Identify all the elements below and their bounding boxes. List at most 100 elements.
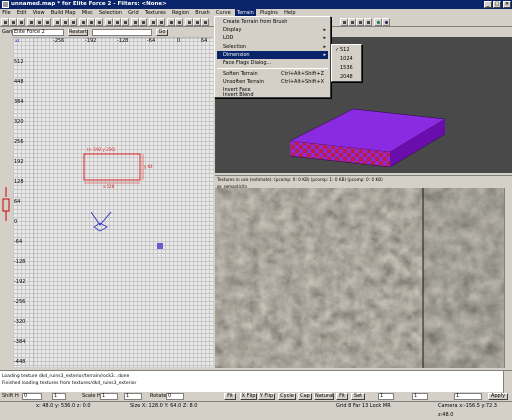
left-tick: 0 [14, 219, 18, 225]
csg-merge-icon[interactable] [113, 18, 121, 26]
camera-line-right [99, 211, 112, 226]
texture-scrollbar[interactable] [504, 188, 512, 368]
menu-item-selection[interactable]: Selection ▸ [217, 43, 328, 51]
sphere-icon[interactable] [374, 18, 382, 26]
y-flip-button[interactable]: Y Flip [258, 393, 275, 400]
entity-view-icon[interactable] [175, 18, 183, 26]
selected-brush-outline[interactable] [83, 153, 141, 181]
flatten-terrain-icon[interactable] [364, 18, 372, 26]
app-icon [2, 1, 9, 8]
shift-v-input[interactable]: 1 [52, 393, 66, 400]
restart-button[interactable]: Restart [68, 29, 88, 36]
scale-v-input[interactable]: 1 [124, 393, 142, 400]
natural-button[interactable]: Natural [314, 393, 334, 400]
menu-item-create-terrain[interactable]: Create Terrain from Brush [217, 18, 328, 26]
menu-item-dimension[interactable]: Dimension ▸ [217, 51, 328, 59]
shift-label: Shift H [2, 393, 19, 399]
cycle-button[interactable]: Cycle [278, 393, 296, 400]
dimension-1024[interactable]: 1024 [334, 55, 361, 63]
extra-value-input[interactable]: 1 [412, 393, 428, 400]
hollow-icon[interactable] [121, 18, 129, 26]
patch-icon[interactable] [185, 18, 193, 26]
minimize-button[interactable]: _ [484, 1, 492, 8]
menu-item-soften-terrain[interactable]: Soften Terrain Ctrl+Alt+Shift+Z [217, 70, 328, 78]
brush-height-label: y 64 [144, 164, 153, 169]
menu-item-lod[interactable]: LOD ▸ [217, 34, 328, 42]
title-bar: unnamed.map * for Elite Force 2 - Filter… [0, 0, 512, 9]
menu-edit[interactable]: Edit [15, 9, 29, 17]
menu-item-invert-blend[interactable]: Invert Blend [217, 92, 328, 98]
game-select[interactable]: Elite Force 2 [12, 29, 64, 36]
flip-z-icon[interactable] [43, 18, 51, 26]
csg-subtract-icon[interactable] [105, 18, 113, 26]
menu-build-map[interactable]: Build Map [49, 9, 78, 17]
set-value-input[interactable]: 1 [378, 393, 394, 400]
rock-texture-thumbnails[interactable] [215, 188, 512, 368]
menu-item-unsoften-terrain[interactable]: Unsoften Terrain Ctrl+Alt+Shift+X [217, 78, 328, 86]
menu-separator [217, 68, 328, 69]
rotate-x-icon[interactable] [53, 18, 61, 26]
cap-button[interactable]: Cap [298, 393, 312, 400]
raise-terrain-icon[interactable] [348, 18, 356, 26]
cubic-clip-icon[interactable] [167, 18, 175, 26]
texture-browser[interactable] [215, 188, 512, 368]
change-views-icon[interactable] [139, 18, 147, 26]
dimension-512[interactable]: ✓ 512 [334, 46, 361, 54]
shift-h-input[interactable]: 0 [22, 393, 42, 400]
select-touching-icon[interactable] [87, 18, 95, 26]
entity-marker[interactable] [157, 243, 163, 249]
go-button[interactable]: Go [156, 29, 168, 36]
select-complete-icon[interactable] [79, 18, 87, 26]
grid-view[interactable]: xz -256 -192 -128 -64 0 64 512 448 384 3… [13, 37, 213, 367]
flip-y-icon[interactable] [35, 18, 43, 26]
command-input[interactable] [92, 29, 152, 36]
console-scrollbar[interactable] [503, 371, 512, 393]
submenu-arrow-icon: ▸ [323, 52, 326, 58]
menu-view[interactable]: View [30, 9, 46, 17]
x-flip-button[interactable]: X Flip [240, 393, 257, 400]
save-map-icon[interactable] [17, 18, 25, 26]
left-tick: 128 [14, 179, 24, 185]
close-button[interactable]: × [503, 1, 511, 8]
rotate-input[interactable]: 0 [166, 393, 184, 400]
rotate-label: Rotate [150, 393, 167, 399]
texture-lock-icon[interactable] [149, 18, 157, 26]
menu-item-display[interactable]: Display ▸ [217, 26, 328, 34]
flip-x-icon[interactable] [27, 18, 35, 26]
select-inside-icon[interactable] [95, 18, 103, 26]
submenu-arrow-icon: ▸ [323, 27, 326, 33]
patch-weld-icon[interactable] [201, 18, 209, 26]
surface-bar: Shift H 0 1 Scale H 1 1 Rotate 0 Fit X F… [0, 392, 512, 401]
apply-button[interactable]: Apply [488, 393, 508, 400]
maximize-button[interactable]: □ [493, 1, 501, 8]
set-button[interactable]: Set [351, 393, 365, 400]
clipper-icon[interactable] [131, 18, 139, 26]
rotate-z-icon[interactable] [69, 18, 77, 26]
left-tick: -192 [14, 279, 26, 285]
menu-selection[interactable]: Selection [97, 9, 125, 17]
menu-region[interactable]: Region [170, 9, 192, 17]
lower-terrain-icon[interactable] [356, 18, 364, 26]
menu-textures[interactable]: Textures [143, 9, 169, 17]
brush-width-label: x 128 [103, 184, 115, 189]
menu-misc[interactable]: Misc [79, 9, 95, 17]
sky-icon[interactable] [382, 18, 390, 26]
drop-terrain-icon[interactable] [340, 18, 348, 26]
menu-item-face-flags[interactable]: Face Flags Dialog... [217, 59, 328, 67]
menu-grid[interactable]: Grid [126, 9, 141, 17]
dimension-submenu: ✓ 512 1024 1536 2048 [331, 44, 362, 82]
scale-h-input[interactable]: 1 [100, 393, 118, 400]
fit-button[interactable]: Fit [224, 393, 236, 400]
new-map-icon[interactable] [1, 18, 9, 26]
submenu-arrow-icon: ▸ [323, 44, 326, 50]
dimension-1536[interactable]: 1536 [334, 64, 361, 72]
camera-move-icon[interactable] [157, 18, 165, 26]
dimension-2048[interactable]: 2048 [334, 73, 361, 81]
apply-value-input[interactable]: 1 [454, 393, 482, 400]
open-map-icon[interactable] [9, 18, 17, 26]
menu-brush[interactable]: Brush [193, 9, 212, 17]
fit2-button[interactable]: Fit [336, 393, 348, 400]
rotate-y-icon[interactable] [61, 18, 69, 26]
patch-bend-icon[interactable] [193, 18, 201, 26]
menu-file[interactable]: File [0, 9, 13, 17]
